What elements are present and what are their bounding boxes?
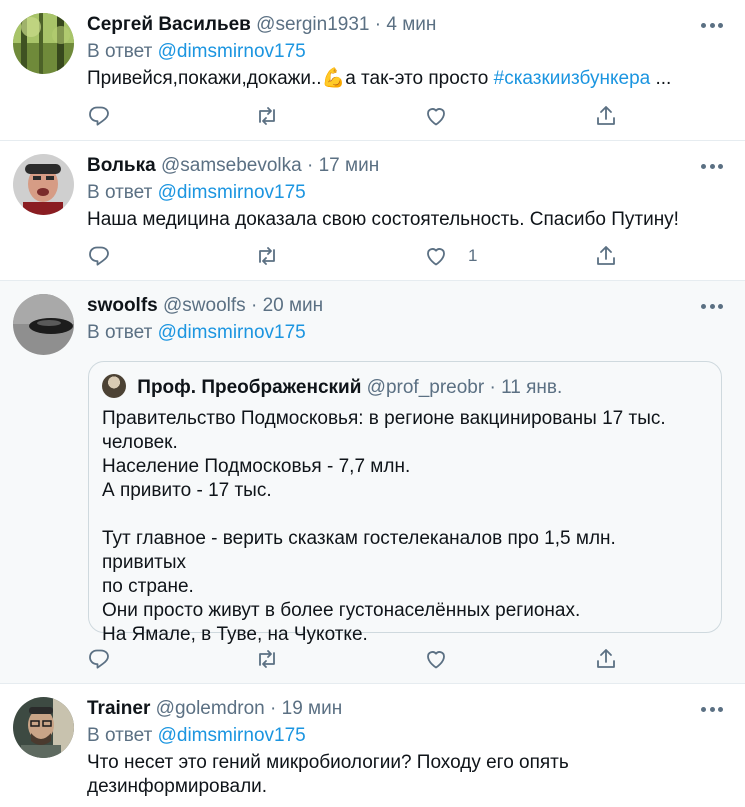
tweet-text: Привейся,покажи,докажи..💪а так-это прост… <box>87 67 725 91</box>
reply-mention-link[interactable]: @dimsmirnov175 <box>158 322 306 343</box>
author-handle[interactable]: @swoolfs <box>163 295 246 316</box>
share-icon <box>597 106 615 125</box>
tweet[interactable]: Trainer @golemdron · 19 мин В ответ @dim… <box>0 684 745 807</box>
tweet-text-body: Привейся,покажи,докажи..💪а так-это прост… <box>87 68 494 89</box>
reply-prefix: В ответ <box>87 41 153 62</box>
author-name[interactable]: Сергей Васильев <box>87 14 251 35</box>
reply-button[interactable] <box>87 243 111 269</box>
quoted-text-line: Правительство Подмосковья: в регионе вак… <box>102 408 666 429</box>
quoted-timestamp: 11 янв. <box>501 377 563 398</box>
author-handle[interactable]: @golemdron <box>156 698 265 719</box>
avatar[interactable] <box>13 154 74 215</box>
tweet[interactable]: Волька @samsebevolka · 17 мин В ответ @d… <box>0 141 745 281</box>
retweet-icon <box>259 247 275 265</box>
tweet[interactable]: swoolfs @swoolfs · 20 мин В ответ @dimsm… <box>0 281 745 684</box>
author-handle[interactable]: @samsebevolka <box>161 155 302 176</box>
tweet-feed: Сергей Васильев @sergin1931 · 4 мин В от… <box>0 0 745 807</box>
author-name[interactable]: Волька <box>87 155 156 176</box>
retweet-button[interactable] <box>255 103 279 129</box>
tweet-text-line: Что несет это гений микробиологии? Поход… <box>87 752 569 773</box>
quoted-text-line: по стране. <box>102 576 194 597</box>
author-handle[interactable]: @sergin1931 <box>256 14 369 35</box>
like-button[interactable]: 1 <box>424 243 477 269</box>
quoted-avatar[interactable] <box>102 374 126 398</box>
quoted-author-name: Проф. Преображенский <box>137 377 362 398</box>
author-name[interactable]: swoolfs <box>87 295 158 316</box>
quoted-text-line: На Ямале, в Туве, на Чукотке. <box>102 624 368 645</box>
separator: · <box>374 14 382 35</box>
separator: · <box>307 155 314 176</box>
timestamp[interactable]: 19 мин <box>282 698 343 719</box>
tweet-text-line: дезинформировали. <box>87 776 268 797</box>
retweet-button[interactable] <box>255 646 279 672</box>
reply-icon <box>89 106 109 126</box>
hashtag-link[interactable]: #сказкиизбункера <box>494 68 651 89</box>
avatar[interactable] <box>13 697 74 758</box>
separator: · <box>250 295 258 316</box>
reply-prefix: В ответ <box>87 182 153 203</box>
quoted-author-handle: @prof_preobr <box>366 377 485 398</box>
quoted-text-line: Они просто живут в более густонаселённых… <box>102 600 581 621</box>
like-button[interactable] <box>424 646 468 672</box>
reply-prefix: В ответ <box>87 322 153 343</box>
quoted-tweet[interactable]: Проф. Преображенский @prof_preobr · 11 я… <box>88 361 722 645</box>
reply-mention-link[interactable]: @dimsmirnov175 <box>158 182 306 203</box>
quoted-text-line: Население Подмосковья - 7,7 млн. <box>102 456 411 477</box>
reply-mention-link[interactable]: @dimsmirnov175 <box>158 41 306 62</box>
share-button[interactable] <box>594 646 618 672</box>
like-icon <box>427 248 445 266</box>
timestamp[interactable]: 4 мин <box>386 14 436 35</box>
tweet-text: Что несет это гений микробиологии? Поход… <box>87 751 725 799</box>
tweet-text: Наша медицина доказала свою состоятельно… <box>87 209 679 230</box>
author-name[interactable]: Trainer <box>87 698 150 719</box>
share-icon <box>597 246 615 265</box>
separator: · <box>489 377 496 398</box>
reply-icon <box>89 649 109 669</box>
reply-icon <box>89 246 109 266</box>
quoted-text-line: человек. <box>102 432 178 453</box>
like-count: 1 <box>468 246 478 265</box>
retweet-icon <box>259 650 275 668</box>
tweet-text-tail: ... <box>650 68 672 89</box>
timestamp[interactable]: 17 мин <box>319 155 380 176</box>
reply-button[interactable] <box>87 646 111 672</box>
quoted-text: Правительство Подмосковья: в регионе вак… <box>102 407 705 647</box>
retweet-button[interactable] <box>255 243 279 269</box>
like-button[interactable] <box>424 103 468 129</box>
quoted-text-line: Тут главное - верить сказкам гостелекана… <box>102 528 616 573</box>
retweet-icon <box>259 107 275 125</box>
like-icon <box>427 108 445 126</box>
reply-button[interactable] <box>87 103 111 129</box>
reply-prefix: В ответ <box>87 725 153 746</box>
reply-mention-link[interactable]: @dimsmirnov175 <box>158 725 306 746</box>
like-icon <box>427 651 445 669</box>
share-icon <box>597 649 615 668</box>
quoted-text-line: А привито - 17 тыс. <box>102 480 272 501</box>
timestamp[interactable]: 20 мин <box>263 295 324 316</box>
quoted-text-line <box>102 503 705 527</box>
share-button[interactable] <box>594 243 618 269</box>
tweet[interactable]: Сергей Васильев @sergin1931 · 4 мин В от… <box>0 0 745 141</box>
avatar[interactable] <box>13 13 74 74</box>
share-button[interactable] <box>594 103 618 129</box>
separator: · <box>270 698 277 719</box>
avatar[interactable] <box>13 294 74 355</box>
